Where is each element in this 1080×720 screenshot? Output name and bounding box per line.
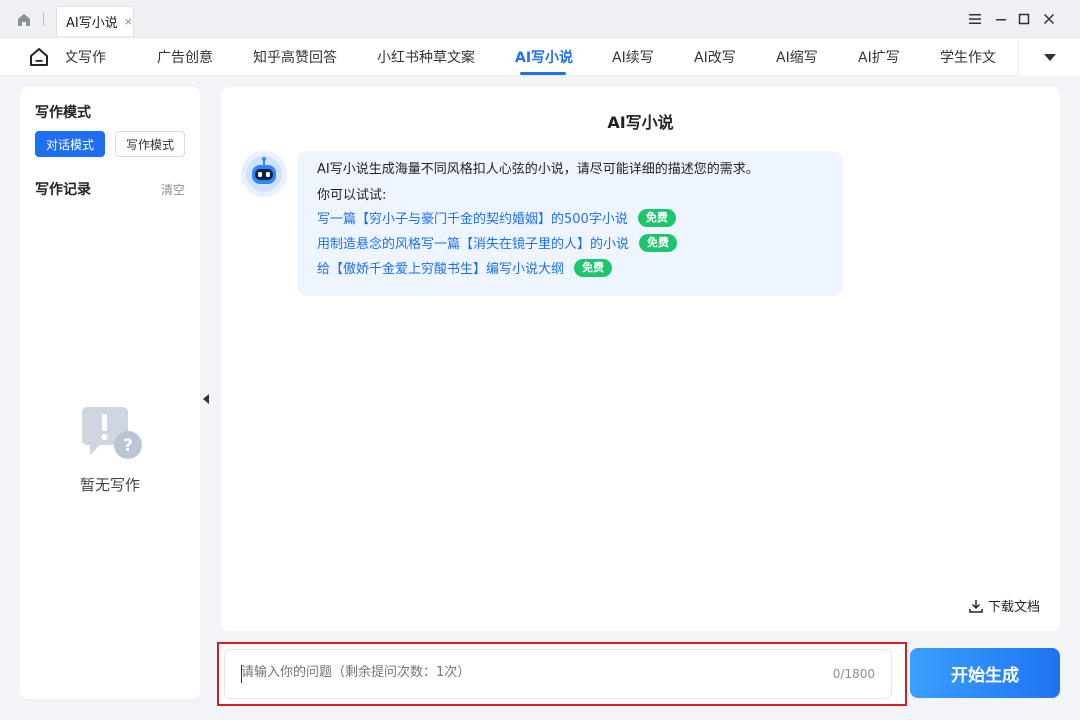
sidebar: 写作模式 对话模式 写作模式 写作记录 清空 ? 暂无写作 xyxy=(20,87,200,699)
clear-history-button[interactable]: 清空 xyxy=(161,181,185,198)
free-badge: 免费 xyxy=(637,208,676,227)
active-tab-indicator xyxy=(520,72,566,75)
nav-item[interactable]: 知乎高赞回答 xyxy=(253,47,337,67)
robot-avatar-icon xyxy=(241,151,287,197)
empty-state-text: 暂无写作 xyxy=(79,476,140,494)
download-icon xyxy=(968,598,984,614)
divider xyxy=(43,12,44,26)
free-badge: 免费 xyxy=(574,258,613,277)
suggestion-item[interactable]: 写一篇【穷小子与豪门千金的契约婚姻】的500字小说 免费 xyxy=(317,205,823,230)
nav-scroll: 论文写作 广告创意 知乎高赞回答 小红书种草文案 AI写小说 AI续写 AI改写… xyxy=(66,38,1016,76)
writing-mode-button[interactable]: 写作模式 xyxy=(115,131,185,157)
generate-button[interactable]: 开始生成 xyxy=(910,648,1060,698)
title-bar: AI写小说 × xyxy=(0,0,1080,38)
caret-down-icon xyxy=(1043,48,1057,67)
intro-text: AI写小说生成海量不同风格扣人心弦的小说，请尽可能详细的描述您的需求。 xyxy=(317,162,759,177)
tab-ai-novel[interactable]: AI写小说 × xyxy=(56,6,134,36)
input-highlight: 0/1800 xyxy=(217,642,907,706)
menu-icon[interactable] xyxy=(964,8,986,30)
close-icon[interactable]: × xyxy=(124,15,133,28)
suggestion-item[interactable]: 给【傲娇千金爱上穷酸书生】编写小说大纲 免费 xyxy=(317,255,823,280)
suggestion-item[interactable]: 用制造悬念的风格写一篇【消失在镜子里的人】的小说 免费 xyxy=(317,230,823,255)
maximize-icon[interactable] xyxy=(1013,8,1035,30)
empty-state-icon: ? xyxy=(78,405,146,463)
nav-item[interactable]: AI缩写 xyxy=(776,47,818,67)
text-caret xyxy=(241,665,242,683)
nav-item[interactable]: AI改写 xyxy=(694,47,736,67)
chat-mode-button[interactable]: 对话模式 xyxy=(35,131,105,157)
nav-item[interactable]: AI续写 xyxy=(612,47,654,67)
char-counter: 0/1800 xyxy=(832,667,875,681)
nav-item[interactable]: 广告创意 xyxy=(157,47,213,67)
suggestion-link[interactable]: 用制造悬念的风格写一篇【消失在镜子里的人】的小说 xyxy=(317,233,629,252)
download-button[interactable]: 下载文档 xyxy=(968,596,1040,615)
question-input[interactable] xyxy=(241,665,801,680)
minimize-icon[interactable] xyxy=(990,8,1012,30)
nav-item[interactable]: 论文写作 xyxy=(66,47,106,67)
nav-item[interactable]: AI扩写 xyxy=(858,47,900,67)
tab-label: AI写小说 xyxy=(66,16,118,31)
nav-item[interactable]: 小红书种草文案 xyxy=(377,47,475,67)
try-label: 你可以试试: xyxy=(317,188,387,203)
suggestion-link[interactable]: 写一篇【穷小子与豪门千金的契约婚姻】的500字小说 xyxy=(317,208,628,227)
close-window-icon[interactable] xyxy=(1038,8,1060,30)
page-title: AI写小说 xyxy=(607,113,674,132)
chat-panel: AI写小说 AI写小说生成海量不同风格扣人心弦的小说，请尽可能详细的描述您的需求… xyxy=(221,87,1060,631)
suggestion-link[interactable]: 给【傲娇千金爱上穷酸书生】编写小说大纲 xyxy=(317,258,564,277)
download-label: 下载文档 xyxy=(987,600,1040,615)
writing-mode-title: 写作模式 xyxy=(35,105,91,121)
feature-nav: 论文写作 广告创意 知乎高赞回答 小红书种草文案 AI写小说 AI续写 AI改写… xyxy=(0,38,1080,76)
nav-item[interactable]: 学生作文 xyxy=(940,47,996,67)
home-icon[interactable] xyxy=(14,10,34,30)
free-badge: 免费 xyxy=(639,233,678,252)
question-input-wrapper[interactable]: 0/1800 xyxy=(224,649,892,699)
nav-more-button[interactable] xyxy=(1018,38,1080,76)
nav-item-active[interactable]: AI写小说 xyxy=(515,47,573,67)
writing-history-title: 写作记录 xyxy=(35,182,91,198)
assistant-message: AI写小说生成海量不同风格扣人心弦的小说，请尽可能详细的描述您的需求。 你可以试… xyxy=(297,151,843,296)
collapse-sidebar-handle[interactable] xyxy=(200,384,212,414)
home-nav-icon[interactable] xyxy=(26,44,52,70)
svg-text:?: ? xyxy=(123,436,133,456)
